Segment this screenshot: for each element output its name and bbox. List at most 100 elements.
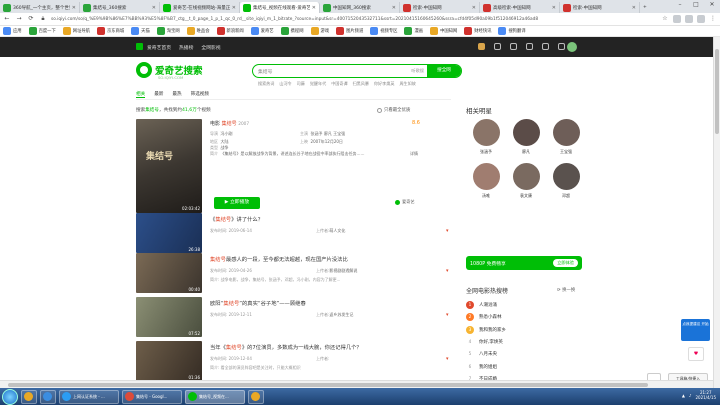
clock[interactable]: 21:27 2021/4/15 (695, 390, 716, 400)
nav-all[interactable]: 全网影视 (201, 44, 220, 51)
hot-word[interactable]: 你好李焕英 (374, 81, 394, 87)
bookmark-item[interactable]: 百度一下 (28, 27, 56, 35)
video-thumbnail[interactable]: 07:52 (136, 297, 202, 337)
vertical-scrollbar[interactable] (713, 37, 720, 388)
result-title[interactable]: 当年《集结号》的7位演员，多数成为一线大腕，你还记得几个？ (210, 343, 362, 351)
hot-word[interactable]: 司藤 (297, 81, 305, 87)
tab-hottest[interactable]: 最热 (172, 91, 181, 98)
rank-item[interactable]: 5 八月未央 (466, 348, 582, 360)
bookmark-item[interactable]: 中国知网 (430, 27, 457, 35)
bookmark-item[interactable]: 淘宝网 (156, 27, 180, 35)
browser-tab[interactable]: 高级检索-中国知网 ✕ (480, 2, 560, 13)
tab-close-icon[interactable]: ✕ (72, 5, 76, 11)
rank-item[interactable]: 4 你好,李焕英 (466, 336, 582, 348)
video-thumbnail[interactable]: 26:38 (136, 213, 202, 253)
browser-tab[interactable]: 360导航_一个主页，整个世界 ✕ (0, 2, 80, 13)
scroll-thumb[interactable] (715, 49, 719, 134)
tab-close-icon[interactable]: ✕ (632, 5, 636, 11)
meta-value[interactable]: 张涵予 廖凡 王宝强 (311, 131, 346, 136)
horizontal-scrollbar[interactable] (0, 380, 713, 388)
hot-word[interactable]: 山河令 (279, 81, 291, 87)
uploader-name[interactable]: 萌人文化 (329, 228, 345, 233)
expand-chevron-icon[interactable]: ▾ (446, 356, 449, 362)
network-icon[interactable]: ▲ (682, 393, 685, 398)
bookmark-item[interactable]: 唯品会 (186, 27, 210, 35)
tab-close-icon[interactable]: ✕ (552, 5, 556, 11)
gift-icon[interactable] (494, 43, 501, 50)
bookmark-item[interactable]: 图片频道 (336, 27, 363, 35)
rank-item[interactable]: 6 我的姐姐 (466, 360, 582, 372)
message-icon[interactable] (542, 43, 549, 50)
reload-icon[interactable]: ⟳ (27, 15, 35, 23)
bookmark-item[interactable]: 漫画 (404, 27, 423, 35)
rank-refresh-button[interactable]: ⟳ 换一换 (557, 287, 575, 293)
result-title[interactable]: 集结号最感人的一段，至今都无法超越，现在国产片没法比 (210, 255, 348, 263)
taskbar-item[interactable] (40, 389, 56, 404)
play-now-button[interactable]: ▶ 立即播放 (214, 197, 260, 209)
minimize-button[interactable]: – (672, 0, 688, 10)
tab-close-icon[interactable]: ✕ (152, 5, 156, 11)
uploader-name[interactable]: 影视剧剧透解说 (329, 268, 357, 273)
taskbar-item[interactable] (248, 389, 264, 404)
bookmark-item[interactable]: 视频专区 (370, 27, 397, 35)
tab-close-icon[interactable]: ✕ (472, 5, 476, 11)
rank-item[interactable]: 2 熟悉小森林 (466, 311, 582, 323)
bookmark-item[interactable]: 新浪新闻 (216, 27, 244, 35)
result-title[interactable]: 欧阳“集结号”的真实“谷子地”——顾继春 (210, 299, 306, 307)
star-card[interactable]: 邓超 (546, 163, 586, 199)
bookmark-item[interactable]: 天猫 (131, 27, 150, 35)
details-link[interactable]: 详情 (410, 151, 418, 157)
video-thumbnail[interactable]: 01:36 (136, 341, 202, 381)
promo-button[interactable]: 立即体验 (553, 259, 578, 267)
hot-word[interactable]: 觉醒年代 (310, 81, 326, 87)
menu-dots-icon[interactable]: ⋮ (709, 15, 717, 23)
hot-word[interactable]: 周生如故 (399, 81, 415, 87)
taskbar-item[interactable]: 集结号 - Googl... (122, 389, 182, 404)
volume-icon[interactable]: ♪ (689, 393, 692, 398)
bookmark-star-icon[interactable]: ☆ (661, 15, 669, 23)
bookmark-item[interactable]: 搜狗翻译 (498, 27, 526, 35)
search-button[interactable]: 搜全网 (427, 65, 461, 77)
expand-chevron-icon[interactable]: ▾ (446, 268, 449, 274)
movie-poster[interactable]: 集结号 02:03:42 (136, 119, 202, 213)
taskbar-item[interactable] (21, 389, 37, 404)
hot-word[interactable]: 扫黑风暴 (353, 81, 369, 87)
tab-filter[interactable]: 筛选视频 (191, 91, 209, 98)
feedback-widget[interactable]: 点我提建议 开始 (681, 319, 710, 341)
tab-close-icon[interactable]: ✕ (232, 5, 236, 11)
nav-home[interactable]: 爱奇艺首页 (147, 44, 171, 51)
uploader-name[interactable]: 返乡苏发生记 (329, 312, 353, 317)
extension-icon[interactable] (673, 15, 681, 23)
user-avatar[interactable] (567, 42, 577, 52)
star-card[interactable]: 张涵予 (466, 119, 506, 155)
voice-search[interactable]: 听歌搜 (411, 68, 424, 74)
scroll-thumb[interactable] (8, 383, 648, 387)
star-card[interactable]: 廖凡 (506, 119, 546, 155)
star-card[interactable]: 王宝强 (546, 119, 586, 155)
result-title[interactable]: 《集结号》讲了什么？ (210, 215, 263, 223)
star-card[interactable]: 袁文康 (506, 163, 546, 199)
like-float-icon[interactable]: ♥ (688, 347, 704, 361)
tab-latest[interactable]: 最新 (154, 91, 163, 98)
expand-chevron-icon[interactable]: ▾ (446, 312, 449, 318)
tab-close-icon[interactable]: ✕ (312, 5, 316, 11)
bookmark-item[interactable]: 网址导航 (62, 27, 90, 35)
forward-arrow-icon[interactable]: → (15, 15, 23, 23)
browser-tab[interactable]: 检索-中国知网 ✕ (400, 2, 480, 13)
browser-tab[interactable]: 爱奇艺-在线视频网站-海量正版 ✕ (160, 2, 240, 13)
bookmark-item[interactable]: 游戏 (310, 27, 329, 35)
hot-word[interactable]: 中国奇谭 (331, 81, 347, 87)
browser-tab[interactable]: 检索-中国知网 ✕ (560, 2, 640, 13)
star-card[interactable]: 汤唯 (466, 163, 506, 199)
movie-title[interactable]: 电影 集结号 2007 (210, 120, 249, 127)
bookmark-item[interactable]: 京东商城 (96, 27, 124, 35)
history-icon[interactable] (526, 43, 533, 50)
search-input[interactable]: 集结号 (258, 68, 411, 75)
bookmark-item[interactable]: 财经快讯 (464, 27, 491, 35)
browser-tab[interactable]: 中国知网_360搜索 ✕ (320, 2, 400, 13)
tab-close-icon[interactable]: ✕ (392, 5, 396, 11)
upload-icon[interactable] (510, 43, 517, 50)
bookmark-item[interactable]: 爱奇艺 (250, 27, 274, 35)
extension-icon[interactable] (697, 15, 705, 23)
close-window-button[interactable]: ✕ (704, 0, 720, 10)
